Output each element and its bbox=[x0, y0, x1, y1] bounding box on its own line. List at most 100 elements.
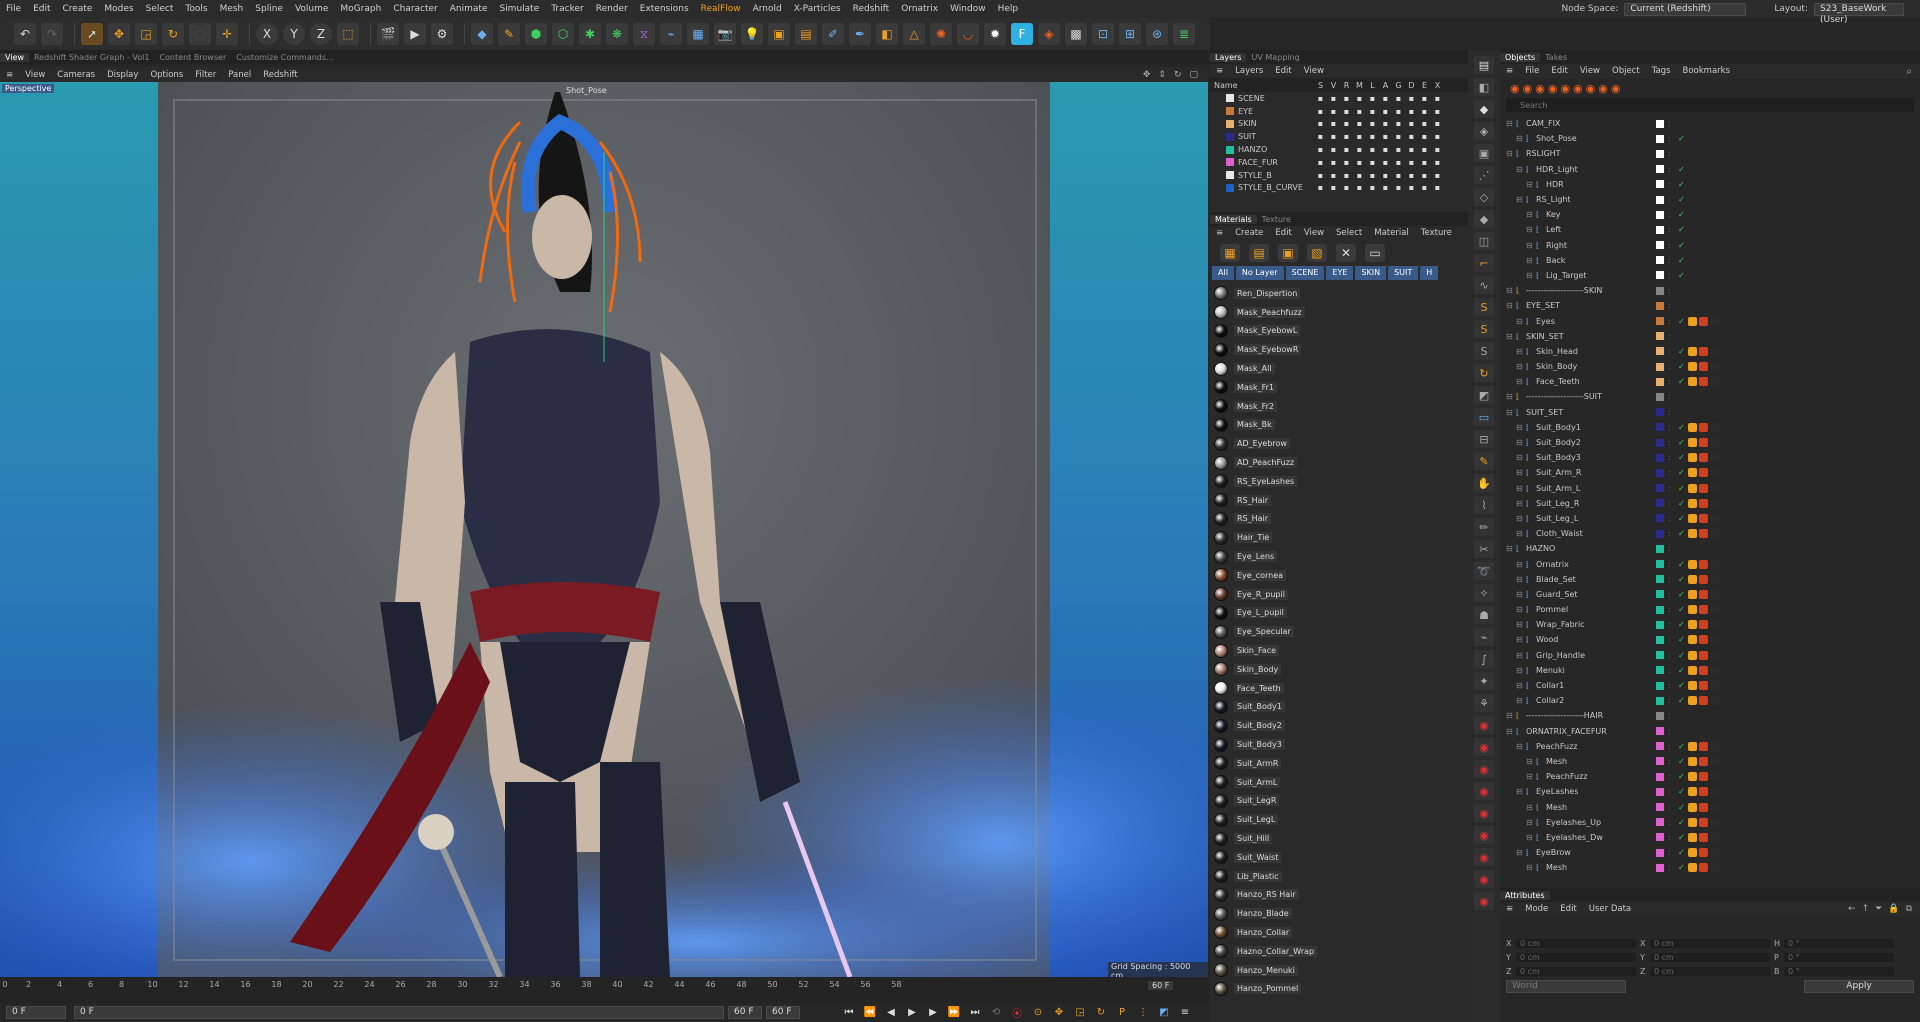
layer-xref-icon[interactable]: ▪ bbox=[1431, 158, 1444, 167]
layer-deform-icon[interactable]: ▪ bbox=[1405, 94, 1418, 103]
material-row[interactable]: Lib_Plastic bbox=[1210, 867, 1468, 886]
filter-hair-icon[interactable]: ◉ bbox=[1611, 82, 1621, 95]
material-list-icon[interactable]: ▤ bbox=[1249, 244, 1269, 262]
scale-field[interactable]: 0 cm bbox=[1650, 938, 1770, 948]
material-tag-icon[interactable] bbox=[1699, 468, 1708, 478]
object-layer-swatch[interactable] bbox=[1656, 727, 1664, 736]
preview-end-field[interactable]: 60 F bbox=[766, 1006, 800, 1019]
material-tag-icon[interactable] bbox=[1699, 817, 1708, 827]
layer-expr-icon[interactable]: ▪ bbox=[1418, 158, 1431, 167]
hamburger-icon[interactable]: ≡ bbox=[1500, 904, 1519, 914]
uv-mode-icon[interactable]: ◫ bbox=[1474, 232, 1494, 250]
light-icon[interactable]: 💡 bbox=[741, 23, 763, 45]
enabled-check-icon[interactable]: ✓ bbox=[1678, 848, 1688, 857]
menu-redshift[interactable]: Redshift bbox=[847, 4, 896, 14]
material-filter-scene[interactable]: SCENE bbox=[1285, 266, 1325, 280]
object-row[interactable]: ⊟ ⌊ SKIN_SET: bbox=[1500, 329, 1920, 344]
object-row[interactable]: ⊟ ⌊ HDR: ✓ bbox=[1500, 177, 1920, 192]
object-layer-swatch[interactable] bbox=[1656, 210, 1664, 219]
object-expand-icon[interactable]: ⊟ bbox=[1506, 301, 1516, 310]
material-row[interactable]: Ren_Dispertion bbox=[1210, 284, 1468, 303]
enabled-check-icon[interactable]: ✓ bbox=[1678, 453, 1688, 462]
visibility-dots-icon[interactable]: : bbox=[1668, 681, 1678, 690]
objects-menu-view[interactable]: View bbox=[1574, 66, 1606, 76]
layer-render-icon[interactable]: ▪ bbox=[1340, 171, 1353, 180]
open-icon[interactable]: ◧ bbox=[1474, 78, 1494, 96]
material-tag-icon[interactable] bbox=[1710, 362, 1719, 372]
hair-comb-icon[interactable]: ✏ bbox=[1474, 518, 1494, 536]
enabled-check-icon[interactable]: ✓ bbox=[1678, 225, 1688, 234]
layer-anim-icon[interactable]: ▪ bbox=[1379, 107, 1392, 116]
material-filter-skin[interactable]: SKIN bbox=[1355, 266, 1387, 280]
render-view-icon[interactable]: ▶ bbox=[404, 23, 426, 45]
layer-xref-icon[interactable]: ▪ bbox=[1431, 183, 1444, 192]
end-frame-field[interactable]: 60 F bbox=[728, 1006, 762, 1019]
menu-edit[interactable]: Edit bbox=[27, 4, 56, 14]
object-row[interactable]: ⊟ ⌊ HAZNO: bbox=[1500, 541, 1920, 556]
material-filter-suit[interactable]: SUIT bbox=[1388, 266, 1419, 280]
rotation-field[interactable]: 0 ° bbox=[1784, 952, 1894, 962]
materials-menu-texture[interactable]: Texture bbox=[1415, 228, 1458, 238]
object-expand-icon[interactable]: ⊟ bbox=[1526, 803, 1536, 812]
timeline[interactable]: 0 2 4 6 8 10 12 14 16 18 20 22 24 26 28 30 32 34 36 38 40 42 4… bbox=[0, 977, 1208, 1003]
paint-icon[interactable]: ✐ bbox=[822, 23, 844, 45]
layer-render-icon[interactable]: ▪ bbox=[1340, 94, 1353, 103]
filter-tag-icon[interactable]: ◉ bbox=[1598, 82, 1608, 95]
layer-anim-icon[interactable]: ▪ bbox=[1379, 119, 1392, 128]
enabled-check-icon[interactable]: ✓ bbox=[1678, 347, 1688, 356]
object-expand-icon[interactable]: ⊟ bbox=[1516, 453, 1526, 462]
layer-expr-icon[interactable]: ▪ bbox=[1418, 145, 1431, 154]
filter-generator-icon[interactable]: ◉ bbox=[1560, 82, 1570, 95]
material-tag-icon[interactable] bbox=[1688, 362, 1697, 372]
object-row[interactable]: ⊟ ⌊ Skin_Body: ✓ bbox=[1500, 359, 1920, 374]
layer-manager-icon[interactable]: ▪ bbox=[1353, 94, 1366, 103]
object-expand-icon[interactable]: ⊟ bbox=[1506, 119, 1516, 128]
material-tag-icon[interactable] bbox=[1699, 787, 1708, 797]
object-layer-swatch[interactable] bbox=[1656, 408, 1664, 417]
object-layer-swatch[interactable] bbox=[1656, 134, 1664, 143]
material-tag-icon[interactable] bbox=[1688, 696, 1697, 706]
material-tag-icon[interactable] bbox=[1688, 832, 1697, 842]
floor-icon[interactable]: ▦ bbox=[687, 23, 709, 45]
current-frame-field[interactable]: 0 F bbox=[6, 1006, 66, 1019]
layer-solo-icon[interactable]: ▪ bbox=[1314, 145, 1327, 154]
object-expand-icon[interactable]: ⊟ bbox=[1526, 225, 1536, 234]
viewport-menu-filter[interactable]: Filter bbox=[189, 70, 222, 80]
object-row[interactable]: ⊟ ⌊ Pommel: ✓ bbox=[1500, 602, 1920, 617]
gear-tool-icon[interactable]: ✹ bbox=[984, 23, 1006, 45]
hamburger-icon[interactable]: ≡ bbox=[1210, 66, 1229, 76]
menu-window[interactable]: Window bbox=[944, 4, 992, 14]
polys-mode-icon[interactable]: ◆ bbox=[1474, 210, 1494, 228]
viewport-menu-options[interactable]: Options bbox=[144, 70, 189, 80]
layer-expr-icon[interactable]: ▪ bbox=[1418, 132, 1431, 141]
layer-visible-icon[interactable]: ▪ bbox=[1327, 107, 1340, 116]
material-tag-icon[interactable] bbox=[1710, 316, 1719, 326]
visibility-dots-icon[interactable]: : bbox=[1668, 590, 1678, 599]
enabled-check-icon[interactable]: ✓ bbox=[1678, 787, 1688, 796]
material-tag-icon[interactable] bbox=[1699, 635, 1708, 645]
material-tag-icon[interactable] bbox=[1688, 848, 1697, 858]
object-row[interactable]: ⊟ ⌊ ORNATRIX_FACEFUR: bbox=[1500, 724, 1920, 739]
object-layer-swatch[interactable] bbox=[1656, 165, 1664, 174]
material-tag-icon[interactable] bbox=[1710, 848, 1719, 858]
material-tag-icon[interactable] bbox=[1688, 316, 1697, 326]
realflow-icon[interactable]: ◧ bbox=[876, 23, 898, 45]
material-tag-icon[interactable] bbox=[1688, 377, 1697, 387]
visibility-dots-icon[interactable]: : bbox=[1668, 392, 1678, 401]
object-expand-icon[interactable]: ⊟ bbox=[1506, 727, 1516, 736]
object-expand-icon[interactable]: ⊟ bbox=[1516, 195, 1526, 204]
object-row[interactable]: ⊟ ⌊ Suit_Body2: ✓ bbox=[1500, 435, 1920, 450]
attributes-menu-user-data[interactable]: User Data bbox=[1583, 904, 1637, 914]
menu-ornatrix[interactable]: Ornatrix bbox=[895, 4, 944, 14]
pan-icon[interactable]: ✥ bbox=[1143, 70, 1151, 80]
object-expand-icon[interactable]: ⊟ bbox=[1526, 241, 1536, 250]
menu-create[interactable]: Create bbox=[57, 4, 99, 14]
ornatrix-icon[interactable]: ⚘ bbox=[1474, 694, 1494, 712]
visibility-dots-icon[interactable]: : bbox=[1668, 605, 1678, 614]
object-row[interactable]: ⊟ ⌊ PeachFuzz: ✓ bbox=[1500, 769, 1920, 784]
lock-icon[interactable]: 🔒 bbox=[1888, 904, 1899, 914]
visibility-dots-icon[interactable]: : bbox=[1668, 575, 1678, 584]
key-pla-icon[interactable]: ⋮ bbox=[1134, 1006, 1152, 1020]
material-tag-icon[interactable] bbox=[1699, 498, 1708, 508]
object-row[interactable]: ⊟ ⌊ Eyelashes_Up: ✓ bbox=[1500, 815, 1920, 830]
